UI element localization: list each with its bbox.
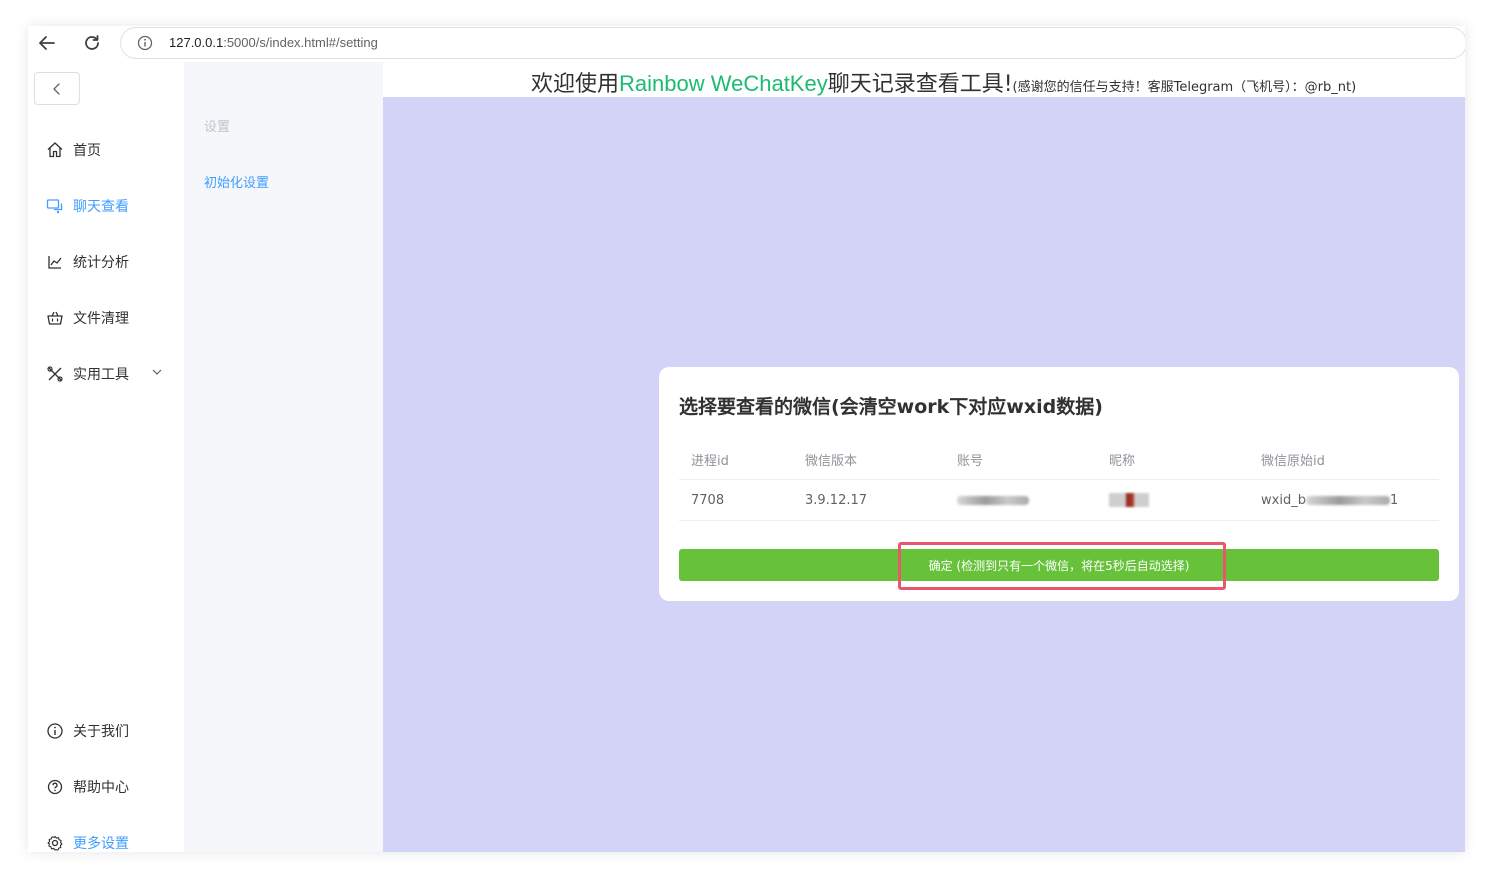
back-button[interactable]	[34, 30, 60, 56]
browser-toolbar: 127.0.0.1:5000/s/index.html#/setting	[28, 26, 1465, 60]
wxid-prefix: wxid_b	[1261, 492, 1306, 508]
sidebar-item-label: 更多设置	[73, 836, 129, 852]
reload-icon	[85, 35, 99, 50]
collapse-sidebar-button[interactable]	[34, 72, 80, 105]
table-header-row: 进程id 微信版本 账号 昵称 微信原始id	[679, 439, 1439, 480]
back-arrow-icon	[39, 36, 55, 50]
main-content: 选择要查看的微信(会清空work下对应wxid数据) 进程id 微信版本 账号 …	[383, 97, 1465, 852]
sidebar-item-label: 统计分析	[73, 255, 129, 271]
settings-submenu: 设置 初始化设置	[184, 62, 383, 852]
redacted-account	[957, 495, 1029, 505]
sidebar-item-more-settings[interactable]: 更多设置	[46, 831, 129, 852]
select-wechat-dialog: 选择要查看的微信(会清空work下对应wxid数据) 进程id 微信版本 账号 …	[659, 367, 1459, 601]
sidebar-item-home[interactable]: 首页	[46, 138, 101, 162]
chevron-down-icon	[151, 366, 163, 382]
wechat-table: 进程id 微信版本 账号 昵称 微信原始id 7708 3.9.12.17 wx…	[679, 439, 1439, 521]
sidebar-item-label: 聊天查看	[73, 199, 129, 215]
chevron-left-icon	[53, 82, 60, 95]
url-path: :5000/s/index.html#/setting	[223, 35, 378, 50]
cell-pid: 7708	[679, 479, 793, 521]
sidebar-item-label: 关于我们	[73, 724, 129, 740]
column-header-version: 微信版本	[793, 439, 945, 480]
tools-icon	[46, 365, 64, 383]
gear-icon	[46, 834, 64, 852]
sidebar-item-stats[interactable]: 统计分析	[46, 250, 129, 274]
page-title: 欢迎使用Rainbow WeChatKey聊天记录查看工具!(感谢您的信任与支持…	[531, 66, 1356, 98]
title-suffix: 聊天记录查看工具!	[827, 72, 1013, 97]
title-prefix: 欢迎使用	[531, 72, 620, 97]
dialog-title: 选择要查看的微信(会清空work下对应wxid数据)	[679, 396, 1103, 418]
cell-nickname	[1097, 479, 1249, 521]
help-icon	[46, 778, 64, 796]
chart-icon	[46, 253, 64, 271]
cell-account	[945, 479, 1097, 521]
column-header-nickname: 昵称	[1097, 439, 1249, 480]
column-header-pid: 进程id	[679, 439, 793, 480]
sidebar-item-label: 帮助中心	[73, 780, 129, 796]
url-text: 127.0.0.1:5000/s/index.html#/setting	[169, 35, 378, 50]
sidebar-item-file-clean[interactable]: 文件清理	[46, 306, 129, 330]
sidebar-item-label: 文件清理	[73, 311, 129, 327]
sidebar: 首页 聊天查看 统计分析 文件清理 实用工具 关于我们 帮助中心 更多设置	[28, 62, 184, 852]
info-icon	[46, 722, 64, 740]
address-bar[interactable]: 127.0.0.1:5000/s/index.html#/setting	[120, 27, 1465, 59]
submenu-title: 设置	[204, 120, 231, 135]
chat-icon	[46, 197, 64, 215]
submenu-item-init-settings[interactable]: 初始化设置	[204, 172, 269, 191]
column-header-wxid: 微信原始id	[1249, 439, 1439, 480]
redacted-wxid	[1305, 495, 1390, 505]
cell-wxid: wxid_b 1	[1249, 479, 1439, 521]
redacted-nickname	[1109, 493, 1149, 507]
browser-window: 127.0.0.1:5000/s/index.html#/setting 首页 …	[28, 26, 1465, 852]
support-note: (感谢您的信任与支持！客服Telegram（飞机号）：@rb_nt)	[1012, 80, 1357, 95]
cell-version: 3.9.12.17	[793, 479, 945, 521]
sidebar-item-help[interactable]: 帮助中心	[46, 775, 129, 799]
sidebar-item-label: 实用工具	[73, 367, 129, 383]
column-header-account: 账号	[945, 439, 1097, 480]
home-icon	[46, 141, 64, 159]
brand-name: Rainbow WeChatKey	[619, 71, 828, 96]
confirm-button[interactable]: 确定 (检测到只有一个微信，将在5秒后自动选择)	[679, 549, 1439, 581]
site-info-icon[interactable]	[137, 35, 153, 55]
url-host: 127.0.0.1	[169, 35, 224, 50]
reload-button[interactable]	[79, 30, 105, 56]
wxid-suffix: 1	[1389, 492, 1399, 508]
basket-icon	[46, 309, 64, 327]
sidebar-item-about[interactable]: 关于我们	[46, 719, 129, 743]
sidebar-item-chat[interactable]: 聊天查看	[46, 194, 129, 218]
sidebar-item-label: 首页	[73, 143, 101, 159]
sidebar-item-tools[interactable]: 实用工具	[46, 362, 176, 386]
table-row[interactable]: 7708 3.9.12.17 wxid_b 1	[679, 479, 1439, 521]
